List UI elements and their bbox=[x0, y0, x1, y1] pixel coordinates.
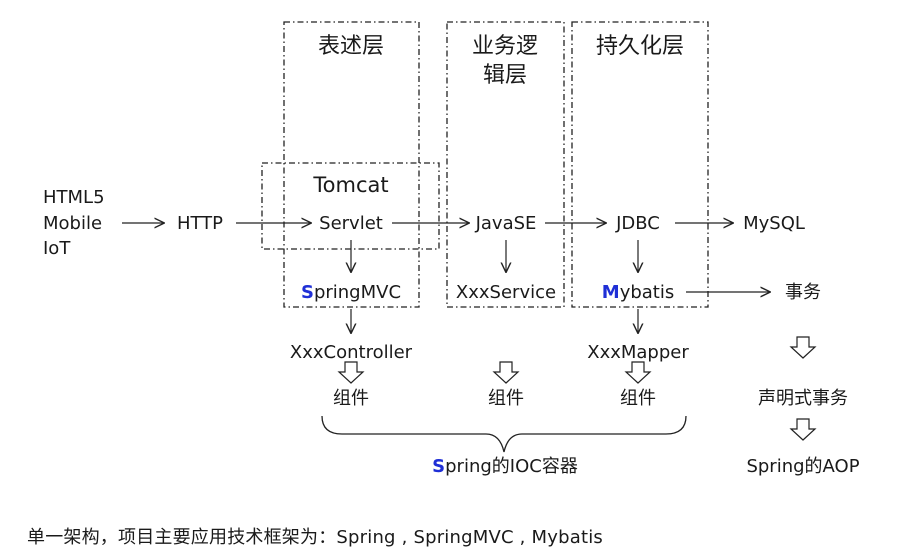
architecture-diagram: 表述层 业务逻 辑层 持久化层 HTML5 Mobile IoT HTTP To… bbox=[43, 21, 860, 477]
components-brace bbox=[321, 415, 687, 453]
hollow-arrow-mapper bbox=[624, 361, 652, 384]
spring-ioc-rest: pring的IOC容器 bbox=[445, 456, 578, 477]
declarative-transaction-node: 声明式事务 bbox=[758, 388, 848, 409]
spring-aop-node: Spring的AOP bbox=[746, 456, 859, 477]
hollow-arrow-service bbox=[492, 361, 520, 384]
persistence-layer-title: 持久化层 bbox=[596, 34, 684, 59]
mybatis-rest: ybatis bbox=[620, 282, 675, 303]
architecture-figure: 表述层 业务逻 辑层 持久化层 HTML5 Mobile IoT HTTP To… bbox=[0, 0, 900, 556]
springmvc-rest: pringMVC bbox=[314, 282, 401, 303]
mybatis-initial: M bbox=[602, 282, 620, 303]
hollow-arrow-declarative bbox=[789, 418, 817, 441]
mysql-node: MySQL bbox=[743, 213, 805, 234]
servlet-node: Servlet bbox=[319, 213, 383, 234]
persistence-layer-box bbox=[571, 21, 709, 308]
springmvc-initial: S bbox=[301, 282, 314, 303]
xxxcontroller-node: XxxController bbox=[290, 342, 413, 363]
client-iot: IoT bbox=[43, 238, 71, 259]
spring-ioc-node: Spring的IOC容器 bbox=[432, 456, 578, 477]
springmvc-node: SpringMVC bbox=[301, 282, 401, 303]
client-mobile: Mobile bbox=[43, 213, 102, 234]
javase-node: JavaSE bbox=[475, 213, 537, 234]
xxxmapper-node: XxxMapper bbox=[587, 342, 689, 363]
architecture-caption: 单一架构，项目主要应用技术框架为：Spring , SpringMVC , My… bbox=[27, 527, 603, 548]
mybatis-node: Mybatis bbox=[602, 282, 674, 303]
presentation-layer-title: 表述层 bbox=[318, 34, 384, 59]
hollow-arrow-controller bbox=[337, 361, 365, 384]
tomcat-label: Tomcat bbox=[312, 173, 388, 197]
business-layer-title-line1: 业务逻 bbox=[472, 34, 538, 59]
transaction-node: 事务 bbox=[785, 282, 821, 303]
client-html5: HTML5 bbox=[43, 187, 105, 208]
business-layer-title-line2: 辑层 bbox=[483, 63, 527, 88]
jdbc-node: JDBC bbox=[615, 213, 660, 234]
component-label-controller: 组件 bbox=[333, 388, 369, 409]
component-label-service: 组件 bbox=[488, 388, 524, 409]
http-node: HTTP bbox=[177, 213, 223, 234]
component-label-mapper: 组件 bbox=[620, 388, 656, 409]
hollow-arrow-transaction bbox=[789, 336, 817, 359]
xxxservice-node: XxxService bbox=[456, 282, 556, 303]
spring-ioc-initial: S bbox=[432, 456, 445, 477]
